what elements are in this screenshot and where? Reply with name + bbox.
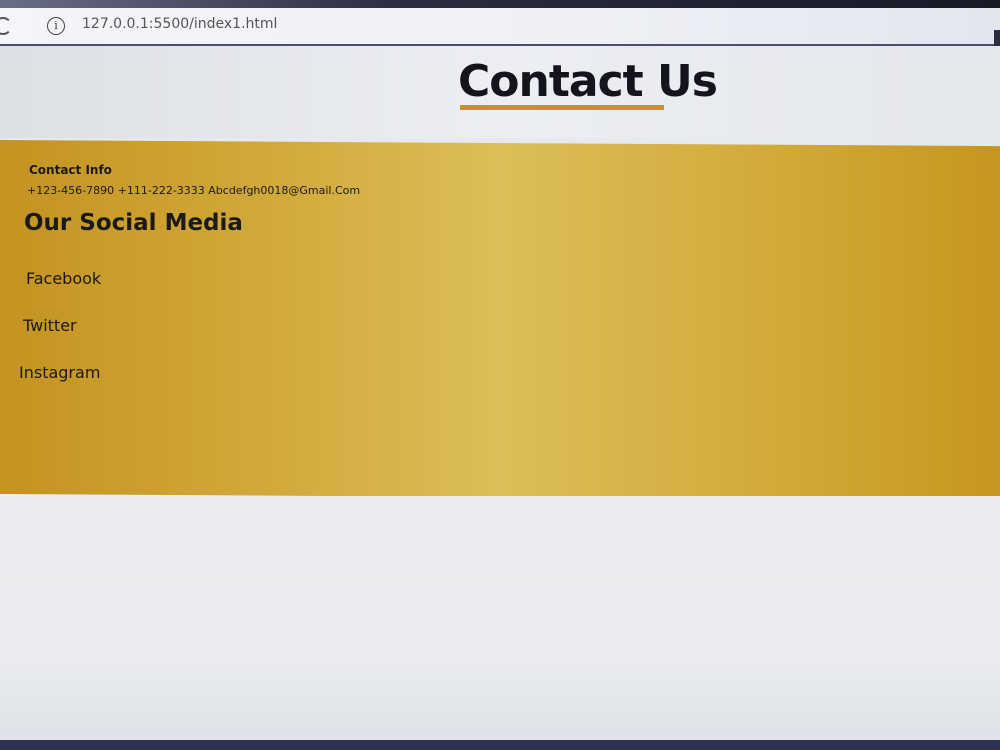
page-title: Contact Us (458, 56, 718, 107)
instagram-link[interactable]: Instagram (19, 363, 100, 382)
social-media-heading: Our Social Media (24, 210, 243, 236)
reload-icon[interactable] (0, 17, 12, 35)
facebook-link[interactable]: Facebook (26, 269, 101, 288)
page-header: Contact Us (0, 46, 1000, 138)
url-text[interactable]: 127.0.0.1:5500/index1.html (82, 16, 277, 32)
title-underline (460, 105, 664, 110)
twitter-link[interactable]: Twitter (23, 316, 77, 335)
browser-address-bar[interactable]: i 127.0.0.1:5500/index1.html (0, 8, 1000, 48)
contact-info-heading: Contact Info (29, 163, 112, 177)
monitor-bottom-bezel (0, 740, 1000, 750)
screen: i 127.0.0.1:5500/index1.html Contact Us … (0, 0, 1000, 750)
info-icon[interactable]: i (47, 17, 65, 35)
contact-details: +123-456-7890 +111-222-3333 Abcdefgh0018… (27, 184, 361, 197)
page-body-empty (0, 496, 1000, 740)
